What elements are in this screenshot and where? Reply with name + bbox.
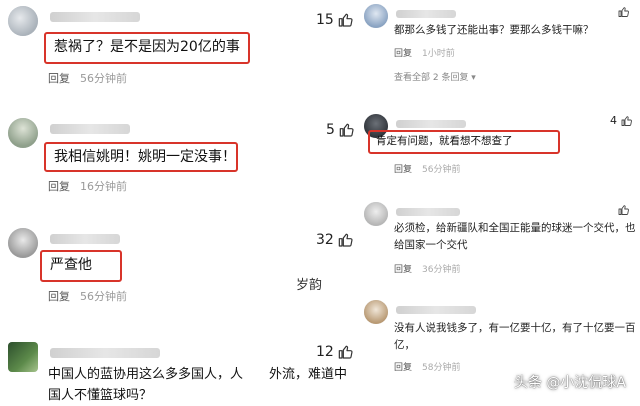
username-blurred[interactable] <box>50 348 160 358</box>
like-button[interactable]: 5 <box>326 122 355 138</box>
comment-item: 必须检，给新疆队和全国正能量的球迷一个交代，也 给国家一个交代 回复 36分钟前 <box>360 198 640 286</box>
like-button[interactable]: 32 <box>316 232 354 248</box>
reply-button[interactable]: 回复 <box>394 360 412 373</box>
highlighted-comment-text: 严查他 <box>40 250 122 282</box>
like-button[interactable]: 12 <box>316 344 354 360</box>
like-count: 12 <box>316 344 334 360</box>
comment-text: 必须检，给新疆队和全国正能量的球迷一个交代，也 给国家一个交代 <box>394 220 636 254</box>
avatar[interactable] <box>364 4 388 28</box>
thumbs-up-icon <box>339 123 354 137</box>
comment-text-line: 给国家一个交代 <box>394 239 468 251</box>
comment-text-line: 中国人的蓝协用这么多多国人，人 外流，难道中 <box>48 367 348 382</box>
username-blurred[interactable] <box>396 120 466 128</box>
comment-item: 15 惹祸了？是不是因为20亿的事 回复 56分钟前 <box>0 0 360 95</box>
like-count: 5 <box>326 122 335 138</box>
username-blurred[interactable] <box>50 124 130 134</box>
timestamp: 56分钟前 <box>80 290 127 303</box>
timestamp: 56分钟前 <box>80 72 127 85</box>
timestamp: 56分钟前 <box>422 165 461 175</box>
comment-text-line: 必须检，给新疆队和全国正能量的球迷一个交代，也 <box>394 222 636 234</box>
thumbs-up-icon <box>621 115 632 126</box>
comment-item: 32 严查他 回复 56分钟前 <box>0 222 360 312</box>
comment-meta: 回复 56分钟前 <box>394 162 460 175</box>
username-blurred[interactable] <box>396 306 476 314</box>
highlighted-comment-text: 肯定有问题，就看想不想查了 <box>368 130 560 154</box>
comment-meta: 回复 16分钟前 <box>48 178 127 194</box>
comment-item: 12 中国人的蓝协用这么多多国人，人 外流，难道中 国人不懂篮球吗？ <box>0 338 360 403</box>
like-button[interactable]: 15 <box>316 12 354 28</box>
comment-item: 5 我相信姚明！姚明一定没事！ 回复 16分钟前 <box>0 110 360 200</box>
left-comment-column: 15 惹祸了？是不是因为20亿的事 回复 56分钟前 5 我相信姚明！姚明一定没… <box>0 0 360 403</box>
comment-meta: 回复 56分钟前 <box>48 288 127 304</box>
timestamp: 58分钟前 <box>422 363 461 373</box>
avatar[interactable] <box>364 300 388 324</box>
like-count: 32 <box>316 232 334 248</box>
username-blurred[interactable] <box>396 208 460 216</box>
thumbs-up-icon[interactable] <box>618 6 630 18</box>
username-blurred[interactable] <box>396 10 456 18</box>
comment-item: 都那么多钱了还能出事？要那么多钱干嘛？ 回复 1小时前 查看全部 2 条回复 ▾ <box>360 0 640 95</box>
view-all-replies-link[interactable]: 查看全部 2 条回复 ▾ <box>394 70 476 83</box>
highlighted-comment-text: 我相信姚明！姚明一定没事！ <box>44 142 238 172</box>
comment-text: 没有人说我钱多了，有一亿要十亿，有了十亿要一百 亿， <box>394 320 636 354</box>
reply-button[interactable]: 回复 <box>394 162 412 175</box>
comment-item: 4 肯定有问题，就看想不想查了 回复 56分钟前 <box>360 108 640 188</box>
avatar[interactable] <box>8 118 38 148</box>
avatar[interactable] <box>8 342 38 372</box>
thumbs-up-icon <box>338 233 353 247</box>
avatar[interactable] <box>364 202 388 226</box>
like-count: 4 <box>610 114 617 127</box>
comment-text-line: 没有人说我钱多了，有一亿要十亿，有了十亿要一百 <box>394 322 636 334</box>
thumbs-up-icon <box>338 345 353 359</box>
like-button[interactable]: 4 <box>610 114 633 127</box>
comment-text-line: 亿， <box>394 339 415 351</box>
timestamp: 36分钟前 <box>422 265 461 275</box>
overlay-text: 岁韵 <box>296 278 323 293</box>
reply-button[interactable]: 回复 <box>48 178 70 194</box>
comment-meta: 回复 58分钟前 <box>394 360 460 373</box>
reply-button[interactable]: 回复 <box>48 288 70 304</box>
reply-button[interactable]: 回复 <box>394 46 412 59</box>
reply-button[interactable]: 回复 <box>394 262 412 275</box>
reply-button[interactable]: 回复 <box>48 70 70 86</box>
thumbs-up-icon[interactable] <box>618 204 630 216</box>
username-blurred[interactable] <box>50 12 140 22</box>
avatar[interactable] <box>8 228 38 258</box>
username-blurred[interactable] <box>50 234 120 244</box>
comment-text: 都那么多钱了还能出事？要那么多钱干嘛？ <box>394 24 594 36</box>
comment-meta: 回复 36分钟前 <box>394 262 460 275</box>
comment-text: 中国人的蓝协用这么多多国人，人 外流，难道中 国人不懂篮球吗？ <box>48 364 347 406</box>
timestamp: 16分钟前 <box>80 180 127 193</box>
comment-meta: 回复 1小时前 <box>394 46 455 59</box>
highlighted-comment-text: 惹祸了？是不是因为20亿的事 <box>44 32 250 64</box>
thumbs-up-icon <box>338 13 353 27</box>
comment-meta: 回复 56分钟前 <box>48 70 127 86</box>
timestamp: 1小时前 <box>422 49 455 59</box>
comment-text-line: 国人不懂篮球吗？ <box>48 388 153 403</box>
like-count: 15 <box>316 12 334 28</box>
watermark-text: 头条 @小沈侃球A <box>513 375 626 391</box>
avatar[interactable] <box>8 6 38 36</box>
right-comment-column: 都那么多钱了还能出事？要那么多钱干嘛？ 回复 1小时前 查看全部 2 条回复 ▾… <box>360 0 640 402</box>
